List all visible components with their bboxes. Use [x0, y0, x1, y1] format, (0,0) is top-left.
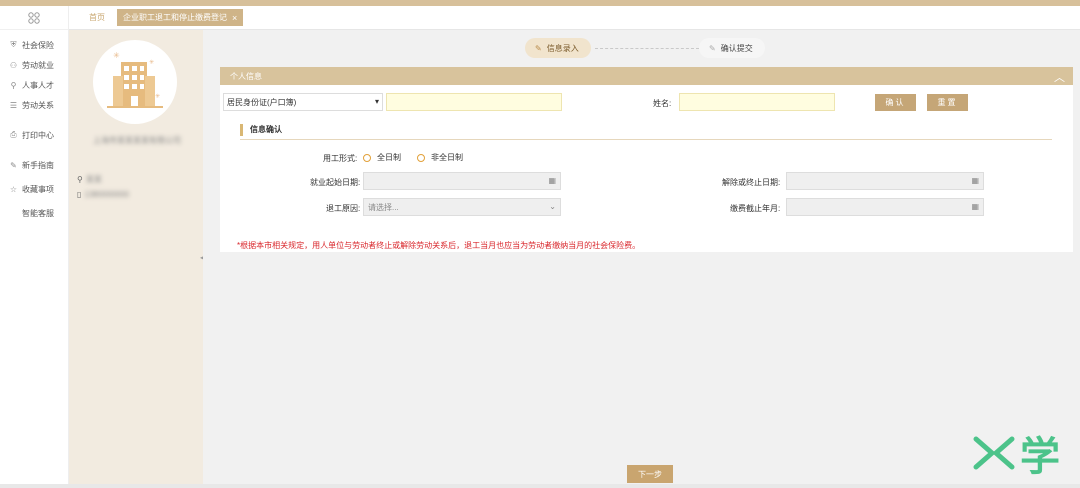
pay-end-input[interactable]: ▦ [786, 198, 984, 216]
nav-print-center[interactable]: ⎙ 打印中心 [0, 125, 68, 145]
name-input[interactable] [679, 93, 835, 111]
brand-watermark: 学 [972, 424, 1060, 482]
chevron-up-icon[interactable]: ︿ [1054, 69, 1065, 85]
nav-label: 劳动关系 [22, 100, 54, 110]
step-info-entry: ✎ 信息录入 [525, 38, 591, 58]
printer-icon: ⎙ [10, 130, 17, 139]
bottom-bar [0, 484, 1080, 488]
apps-grid-icon[interactable] [0, 6, 68, 30]
nav-label: 智能客服 [22, 208, 54, 218]
tab-active[interactable]: 企业职工退工和停止缴费登记 × [117, 9, 244, 26]
building-icon: ✳ ✳ ✳ [107, 51, 163, 108]
profile-panel: ✳ ✳ ✳ 上海市某某某某有限公司 ⚲ 某某 ▯ 1380000000 [69, 30, 203, 488]
phone-icon: ▯ [77, 190, 82, 199]
radio-circle[interactable] [417, 153, 425, 162]
reason-select[interactable]: 请选择... ⌄ [363, 198, 561, 216]
id-type-select[interactable]: 居民身份证(户口簿) ▾ [223, 93, 383, 111]
user-name: 某某 [85, 175, 102, 184]
step-label: 确认提交 [720, 43, 753, 53]
reason-label: 退工原因: [326, 204, 361, 213]
person-icon: ⚲ [10, 80, 17, 90]
check-doc-icon: ✎ [709, 43, 716, 53]
document-icon: ☰ [9, 100, 18, 110]
radio-label: 全日制 [377, 153, 401, 162]
main-content: ✎ 信息录入 ✎ 确认提交 个人信息 ︿ 居民身份证(户口簿) ▾ 姓名: 确认… [203, 30, 1080, 488]
radio-label: 非全日制 [431, 153, 463, 162]
step-label: 信息录入 [546, 43, 579, 53]
shield-user-icon: ⛨ [10, 40, 17, 49]
chevron-down-icon: ⌄ [549, 202, 556, 211]
info-confirm-title: 信息确认 [240, 124, 282, 136]
nav-favorites[interactable]: ☆ 收藏事项 [0, 179, 68, 199]
tab-bar: 首页 企业职工退工和停止缴费登记 × [69, 6, 1080, 30]
radio-part-time[interactable]: 非全日制 [417, 152, 463, 163]
logo-icon [973, 436, 1015, 470]
divider [240, 139, 1052, 140]
phone-row: ▯ 1380000000 [77, 190, 129, 199]
nav-label: 收藏事项 [22, 184, 54, 194]
nav-label: 人事人才 [22, 80, 54, 90]
id-number-input[interactable] [386, 93, 562, 111]
nav-smart-service[interactable]: 智能客服 [0, 203, 68, 223]
card-header[interactable]: 个人信息 ︿ [220, 67, 1073, 85]
edit-icon: ✎ [10, 160, 17, 170]
next-step-button[interactable]: 下一步 [627, 465, 673, 483]
start-date-label: 就业起始日期: [310, 178, 361, 187]
employment-label: 用工形式: [323, 154, 358, 163]
personal-info-card: 个人信息 ︿ 居民身份证(户口簿) ▾ 姓名: 确认 重置 信息确认 用工形式:… [220, 67, 1073, 252]
svg-text:✳: ✳ [155, 93, 160, 100]
regulation-note: *根据本市相关规定，用人单位与劳动者终止或解除劳动关系后，退工当月也应当为劳动者… [237, 241, 641, 250]
card-title: 个人信息 [230, 71, 262, 81]
progress-steps: ✎ 信息录入 ✎ 确认提交 [523, 36, 783, 58]
avatar: ✳ ✳ ✳ [93, 40, 177, 124]
nav-employment[interactable]: ⚇ 劳动就业 [0, 55, 68, 75]
confirm-button[interactable]: 确认 [875, 94, 916, 111]
step-confirm-submit: ✎ 确认提交 [699, 38, 765, 58]
nav-label: 社会保险 [22, 40, 54, 50]
calendar-icon[interactable]: ▦ [971, 202, 979, 211]
user-row: ⚲ 某某 [77, 174, 102, 185]
tab-home[interactable]: 首页 [89, 12, 105, 23]
radio-circle[interactable] [363, 153, 371, 162]
nav-label: 劳动就业 [22, 60, 54, 70]
svg-text:✳: ✳ [149, 59, 154, 66]
reset-button[interactable]: 重置 [927, 94, 968, 111]
end-date-input[interactable]: ▦ [786, 172, 984, 190]
briefcase-icon: ⚇ [9, 60, 18, 70]
star-icon: ☆ [9, 184, 18, 194]
svg-text:✳: ✳ [113, 51, 120, 60]
calendar-icon[interactable]: ▦ [971, 176, 979, 185]
pay-end-label: 缴费截止年月: [730, 204, 781, 213]
radio-full-time[interactable]: 全日制 [363, 152, 401, 163]
end-date-label: 解除或终止日期: [722, 178, 781, 187]
nav-guide[interactable]: ✎ 新手指南 [0, 155, 68, 175]
watermark-text: 学 [1020, 435, 1060, 479]
id-row: 居民身份证(户口簿) ▾ 姓名: 确认 重置 [223, 93, 1068, 111]
nav-label: 打印中心 [22, 130, 54, 140]
reason-placeholder: 请选择... [368, 202, 399, 212]
step-connector [595, 48, 699, 49]
edit-doc-icon: ✎ [535, 43, 542, 53]
name-label: 姓名: [653, 99, 672, 108]
nav-personnel[interactable]: ⚲ 人事人才 [0, 75, 68, 95]
calendar-icon[interactable]: ▦ [548, 176, 556, 185]
left-nav: ⛨ 社会保险 ⚇ 劳动就业 ⚲ 人事人才 ☰ 劳动关系 ⎙ 打印中心 ✎ 新手指… [0, 6, 69, 488]
id-type-value: 居民身份证(户口簿) [227, 97, 297, 107]
user-icon: ⚲ [77, 175, 83, 184]
tab-active-label: 企业职工退工和停止缴费登记 [123, 13, 227, 22]
nav-label: 新手指南 [22, 160, 54, 170]
company-name: 上海市某某某某有限公司 [93, 136, 181, 145]
close-icon[interactable]: × [232, 13, 237, 23]
chevron-down-icon: ▾ [374, 97, 379, 106]
start-date-input[interactable]: ▦ [363, 172, 561, 190]
nav-social-insurance[interactable]: ⛨ 社会保险 [0, 35, 68, 55]
nav-labor-relations[interactable]: ☰ 劳动关系 [0, 95, 68, 115]
phone-number: 1380000000 [84, 190, 129, 199]
